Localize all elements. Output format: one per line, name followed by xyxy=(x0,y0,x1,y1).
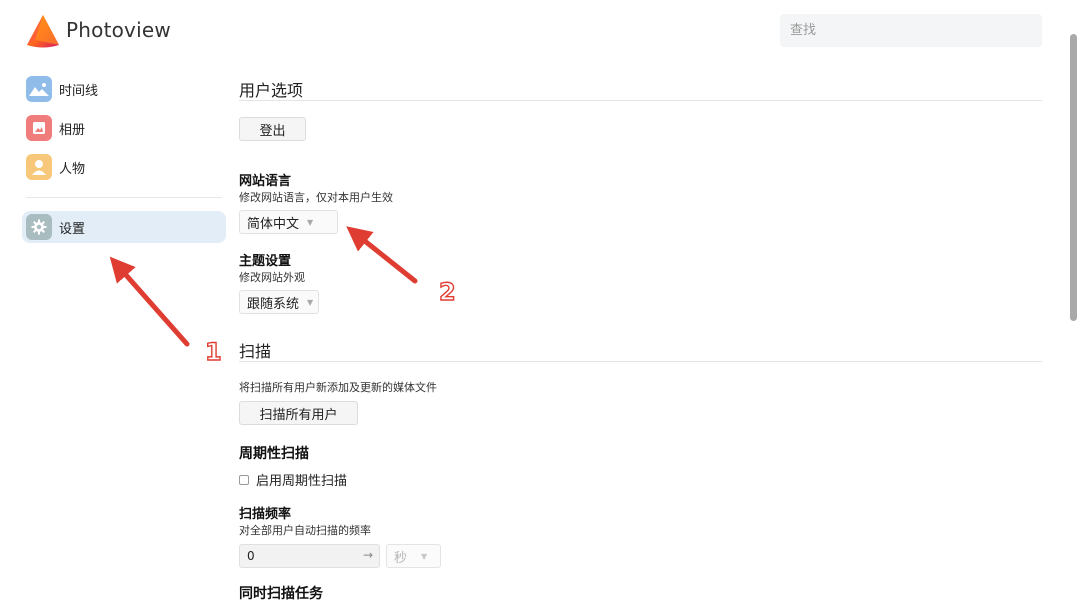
periodic-scan-label: 启用周期性扫描 xyxy=(256,474,348,489)
timeline-photo-icon xyxy=(26,76,52,102)
album-icon xyxy=(26,115,52,141)
sidebar-item-timeline[interactable]: 时间线 xyxy=(22,73,226,105)
sidebar-item-label: 相册 xyxy=(59,122,86,138)
scan-frequency-input[interactable]: 0 → xyxy=(239,544,380,568)
scan-frequency-value: 0 xyxy=(247,549,255,563)
app-title: Photoview xyxy=(66,18,171,42)
gear-icon xyxy=(26,214,52,240)
language-select-value: 简体中文 xyxy=(247,216,300,232)
theme-select[interactable]: 跟随系统 ▼ xyxy=(239,290,319,314)
photoview-logo xyxy=(27,15,59,48)
sidebar-item-label: 人物 xyxy=(59,161,86,177)
periodic-scan-checkbox[interactable] xyxy=(239,474,249,485)
sidebar-item-label: 时间线 xyxy=(59,83,99,99)
sidebar-item-albums[interactable]: 相册 xyxy=(22,112,226,144)
scan-frequency-title: 扫描频率 xyxy=(239,507,292,522)
annotation-arrow-1 xyxy=(109,256,190,347)
person-icon xyxy=(26,154,52,180)
periodic-scan-toggle[interactable]: 启用周期性扫描 xyxy=(239,470,347,489)
search-input[interactable] xyxy=(780,14,1042,47)
sidebar-item-settings[interactable]: 设置 xyxy=(22,211,226,243)
arrow-right-icon[interactable]: → xyxy=(363,548,373,562)
language-title: 网站语言 xyxy=(239,174,292,189)
annotation-number-2: 2 xyxy=(438,277,456,306)
user-options-title: 用户选项 xyxy=(239,81,304,100)
chevron-down-icon: ▼ xyxy=(421,551,428,561)
theme-select-value: 跟随系统 xyxy=(247,296,300,312)
scan-frequency-unit-value: 秒 xyxy=(394,550,408,566)
concurrent-scan-title: 同时扫描任务 xyxy=(239,586,323,601)
scan-all-users-button[interactable]: 扫描所有用户 xyxy=(239,401,358,425)
scan-description: 将扫描所有用户新添加及更新的媒体文件 xyxy=(239,381,437,394)
scrollbar-thumb[interactable] xyxy=(1070,34,1077,321)
language-select[interactable]: 简体中文 ▼ xyxy=(239,210,338,234)
annotation-number-1: 1 xyxy=(204,337,222,366)
scan-title: 扫描 xyxy=(239,342,272,361)
scan-frequency-unit-select[interactable]: 秒 ▼ xyxy=(386,544,441,568)
chevron-down-icon: ▼ xyxy=(307,217,314,227)
theme-title: 主题设置 xyxy=(239,254,292,269)
sidebar-item-people[interactable]: 人物 xyxy=(22,151,226,183)
logout-button[interactable]: 登出 xyxy=(239,117,306,141)
theme-description: 修改网站外观 xyxy=(239,271,305,284)
chevron-down-icon: ▼ xyxy=(307,297,314,307)
scan-frequency-description: 对全部用户自动扫描的频率 xyxy=(239,524,371,537)
section-divider xyxy=(239,100,1042,101)
sidebar-item-label: 设置 xyxy=(59,221,86,237)
section-divider xyxy=(239,361,1042,362)
periodic-scan-title: 周期性扫描 xyxy=(239,446,309,462)
annotation-arrow-2 xyxy=(346,226,418,284)
language-description: 修改网站语言，仅对本用户生效 xyxy=(239,191,393,204)
sidebar-divider xyxy=(26,197,222,198)
